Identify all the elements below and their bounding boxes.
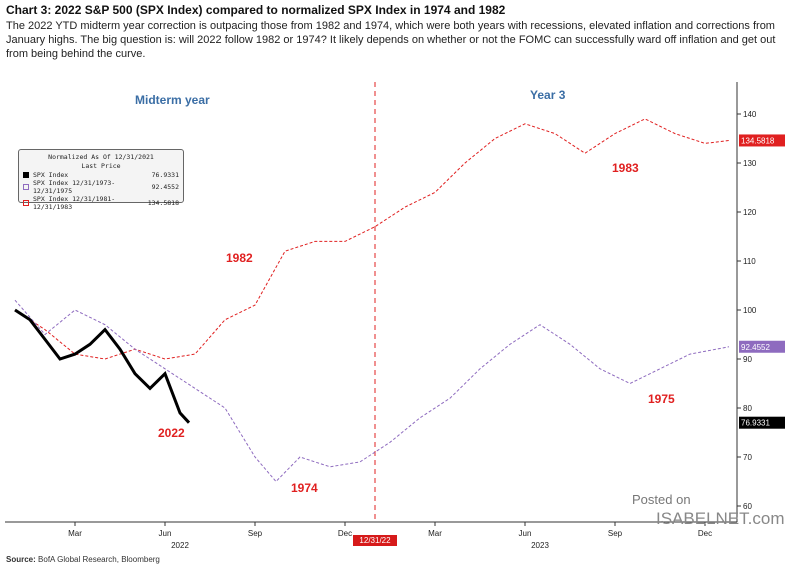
annotation-label: Year 3 bbox=[530, 88, 566, 102]
y-tick-label: 110 bbox=[743, 257, 756, 266]
series-line-spx-index-12-31-1973-12-31-1975 bbox=[14, 299, 730, 483]
divider-date-label: 12/31/22 bbox=[359, 536, 391, 545]
x-tick-label: Dec bbox=[698, 529, 712, 538]
annotation-label: Midterm year bbox=[135, 93, 210, 107]
annotation-label: 1983 bbox=[612, 161, 639, 175]
y-tick-label: 120 bbox=[743, 208, 757, 217]
legend-item-1982: SPX Index 12/31/1981-12/31/1983 134.5818 bbox=[19, 195, 183, 211]
x-tick-label: Mar bbox=[428, 529, 442, 538]
watermark-line1: Posted on bbox=[632, 492, 691, 507]
y-tick-label: 140 bbox=[743, 110, 757, 119]
y-tick-label: 90 bbox=[743, 355, 752, 364]
legend-header: Normalized As Of 12/31/2021 bbox=[48, 153, 154, 161]
y-tick-label: 100 bbox=[743, 306, 757, 315]
x-tick-label: Jun bbox=[519, 529, 532, 538]
watermark-line2: ISABELNET.com bbox=[656, 509, 785, 528]
x-tick-label: Sep bbox=[608, 529, 623, 538]
last-value-label: 76.9331 bbox=[741, 419, 770, 428]
legend-item-1974: SPX Index 12/31/1973-12/31/1975 92.4552 bbox=[19, 179, 183, 195]
last-value-label: 134.5818 bbox=[741, 136, 775, 145]
x-year-label: 2022 bbox=[171, 541, 189, 550]
source-note: Source: BofA Global Research, Bloomberg bbox=[6, 555, 160, 564]
legend-subheader: Last Price bbox=[81, 162, 121, 170]
x-tick-label: Dec bbox=[338, 529, 352, 538]
last-value-label: 92.4552 bbox=[741, 343, 770, 352]
y-tick-label: 80 bbox=[743, 404, 752, 413]
annotation-label: 2022 bbox=[158, 426, 185, 440]
legend-item-2022: SPX Index 76.9331 bbox=[19, 171, 183, 179]
y-tick-label: 70 bbox=[743, 453, 752, 462]
x-tick-label: Sep bbox=[248, 529, 263, 538]
y-tick-label: 130 bbox=[743, 159, 757, 168]
annotation-label: 1975 bbox=[648, 392, 675, 406]
annotation-label: 1982 bbox=[226, 251, 253, 265]
annotation-label: 1974 bbox=[291, 481, 318, 495]
x-tick-label: Jun bbox=[159, 529, 172, 538]
x-year-label: 2023 bbox=[531, 541, 549, 550]
x-tick-label: Mar bbox=[68, 529, 82, 538]
legend: Normalized As Of 12/31/2021 Last Price S… bbox=[18, 149, 184, 211]
chart-svg: 60708090100110120130140Mar Jun Sep Dec Mar Ju… bbox=[5, 82, 785, 550]
